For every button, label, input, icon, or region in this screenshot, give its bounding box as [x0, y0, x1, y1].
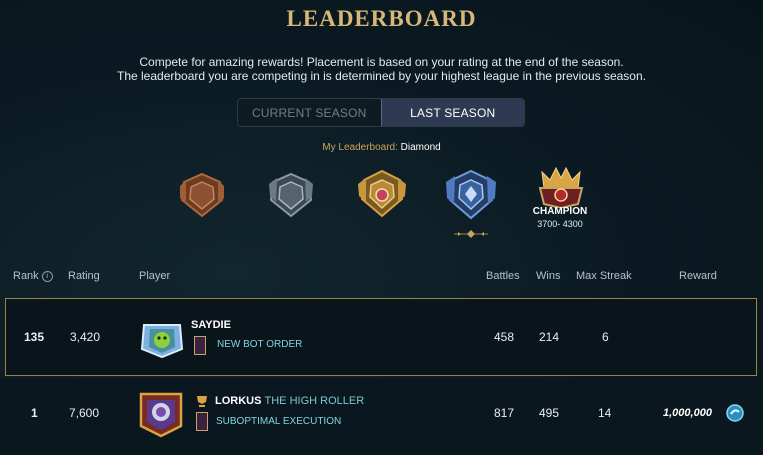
- player-header: Player: [139, 270, 171, 282]
- season-toggle: CURRENT SEASON LAST SEASON: [237, 98, 525, 127]
- currency-icon: [726, 404, 744, 422]
- rating-value: 3,420: [70, 330, 101, 344]
- champion-league-label: CHAMPION: [532, 206, 588, 217]
- gold-league-icon[interactable]: [356, 168, 408, 220]
- guild-icon: [196, 412, 208, 431]
- guild-name[interactable]: SUBOPTIMAL EXECUTION: [216, 416, 341, 427]
- max-streak-header: Max Streak: [576, 270, 632, 282]
- battles-header: Battles: [486, 270, 520, 282]
- current-season-tab[interactable]: CURRENT SEASON: [238, 99, 381, 126]
- rating-header: Rating: [68, 270, 100, 282]
- battles-value: 817: [494, 406, 515, 420]
- avatar[interactable]: [138, 319, 186, 359]
- last-season-tab[interactable]: LAST SEASON: [380, 99, 524, 126]
- reward-value: 1,000,000: [663, 407, 712, 419]
- my-leaderboard-value: Diamond: [400, 142, 441, 153]
- champion-rating-range: 3700- 4300: [537, 219, 583, 229]
- description-line-1: Compete for amazing rewards! Placement i…: [139, 55, 624, 69]
- trophy-icon: [197, 396, 207, 407]
- wins-header: Wins: [536, 270, 561, 282]
- page-description: Compete for amazing rewards! Placement i…: [0, 55, 763, 83]
- champion-league-icon[interactable]: [532, 166, 590, 208]
- my-table-row[interactable]: 135 3,420 SAYDIE NEW BOT ORDER 458 214 6: [5, 298, 757, 376]
- silver-league-icon[interactable]: [267, 172, 315, 218]
- diamond-league-icon[interactable]: [444, 168, 498, 222]
- rank-value: 1: [31, 406, 38, 420]
- rank-header: Rank i: [13, 270, 53, 282]
- selected-league-indicator-icon: [454, 230, 488, 238]
- avatar[interactable]: [137, 390, 185, 438]
- player-title: THE HIGH ROLLER: [264, 395, 365, 407]
- description-line-2: The leaderboard you are competing in is …: [117, 69, 646, 83]
- max-streak-value: 6: [602, 330, 609, 344]
- bronze-league-icon[interactable]: [178, 172, 226, 218]
- table-row[interactable]: 1 7,600 LORKUS THE HIGH ROLLER SUBOPTIMA…: [0, 378, 763, 455]
- guild-icon: [194, 336, 206, 355]
- player-name-with-title[interactable]: LORKUS THE HIGH ROLLER: [215, 395, 364, 407]
- max-streak-value: 14: [598, 406, 612, 420]
- battles-value: 458: [494, 330, 515, 344]
- rank-value: 135: [24, 330, 45, 344]
- my-leaderboard-label: My Leaderboard:: [322, 142, 398, 153]
- player-name[interactable]: LORKUS: [215, 395, 261, 407]
- info-icon[interactable]: i: [41, 271, 53, 282]
- player-name[interactable]: SAYDIE: [191, 319, 231, 331]
- rank-header-label: Rank: [13, 270, 39, 282]
- my-leaderboard: My Leaderboard: Diamond: [0, 142, 763, 153]
- wins-value: 214: [539, 330, 560, 344]
- guild-name[interactable]: NEW BOT ORDER: [217, 339, 302, 350]
- reward-header: Reward: [679, 270, 717, 282]
- wins-value: 495: [539, 406, 560, 420]
- page-title: LEADERBOARD: [286, 6, 477, 31]
- rating-value: 7,600: [69, 406, 100, 420]
